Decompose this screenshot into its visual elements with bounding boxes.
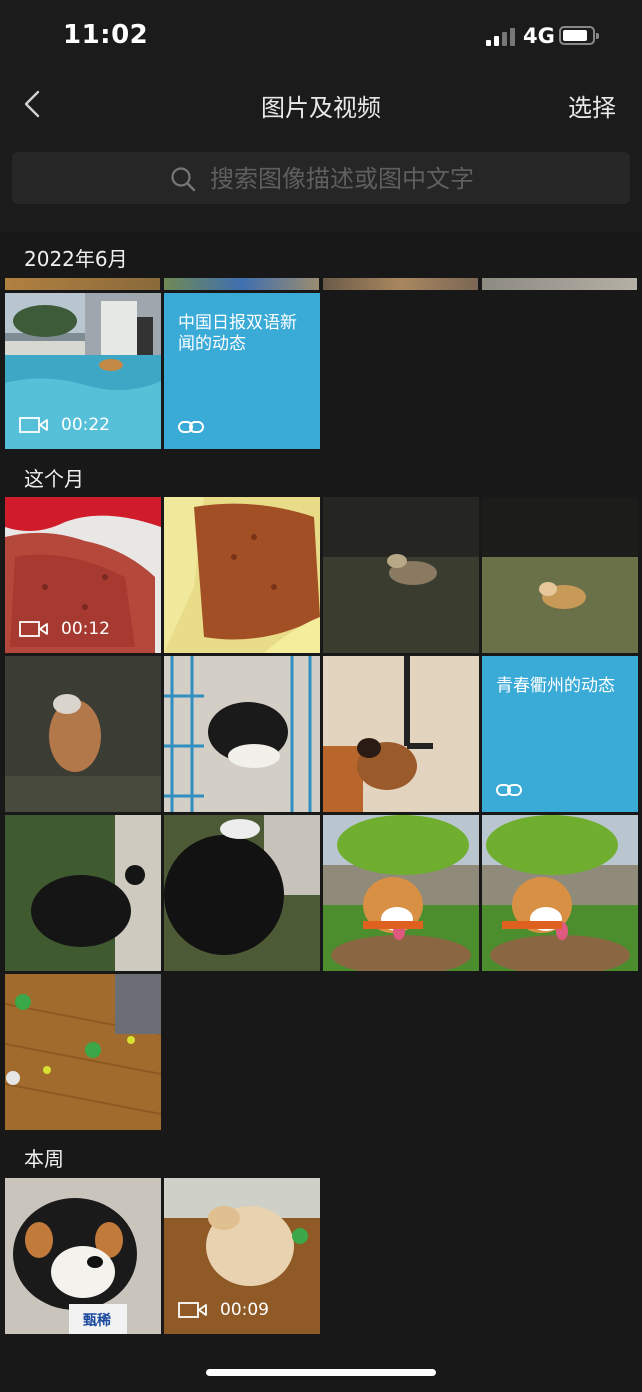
photo-thumbnail[interactable]: [323, 656, 479, 812]
status-time: 11:02: [63, 20, 149, 50]
photo-thumbnail[interactable]: [323, 497, 479, 653]
photo-thumbnail[interactable]: 甄稀: [5, 1178, 161, 1334]
dog-grass-night-photo: [482, 497, 638, 653]
dog-cage-photo: [164, 656, 320, 812]
video-camera-icon: [178, 1302, 207, 1318]
section-title-june: 2022年6月: [24, 247, 128, 271]
link-icon: [496, 784, 522, 796]
corgi-leaf-hat-photo: [323, 815, 479, 971]
photo-thumbnail[interactable]: [164, 497, 320, 653]
status-bar: 11:02 4G: [0, 0, 642, 74]
search-input[interactable]: [208, 162, 612, 196]
video-overlay: 00:09: [178, 1300, 269, 1320]
dog-floor-photo: [323, 656, 479, 812]
section-title-this-week: 本周: [24, 1147, 64, 1171]
video-camera-icon: [19, 621, 48, 637]
partial-thumbnail[interactable]: [5, 278, 160, 290]
media-grid: 2022年6月 00:22 中国日报双语新闻的动态 这个月 00:12 青春衢州…: [0, 232, 642, 1392]
battery-icon: [559, 26, 599, 45]
video-thumbnail[interactable]: 00:22: [5, 293, 161, 449]
dog-night-photo: [323, 497, 479, 653]
corgi-leaf-hat-photo: [482, 815, 638, 971]
photo-thumbnail[interactable]: [164, 815, 320, 971]
video-camera-icon: [19, 417, 48, 433]
search-icon: [171, 167, 196, 192]
link-card-title: 青春衢州的动态: [496, 676, 615, 696]
photo-thumbnail[interactable]: [323, 815, 479, 971]
search-bar[interactable]: [12, 152, 630, 204]
link-card-title: 中国日报双语新闻的动态: [178, 313, 297, 354]
photo-thumbnail[interactable]: [5, 815, 161, 971]
link-card[interactable]: 中国日报双语新闻的动态: [164, 293, 320, 449]
photo-thumbnail[interactable]: [164, 656, 320, 812]
page-title: 图片及视频: [261, 94, 381, 122]
cellular-signal-icon: [486, 28, 516, 46]
black-dog-closeup-photo: [164, 815, 320, 971]
link-icon: [178, 421, 204, 433]
peanuts-yellow-bag-photo: [164, 497, 320, 653]
home-indicator[interactable]: [206, 1369, 436, 1376]
photo-thumbnail[interactable]: [482, 815, 638, 971]
partial-thumbnail[interactable]: [323, 278, 478, 290]
photo-thumbnail[interactable]: [5, 656, 161, 812]
link-card[interactable]: 青春衢州的动态: [482, 656, 638, 812]
video-duration: 00:09: [220, 1300, 269, 1320]
section-title-this-month: 这个月: [24, 467, 84, 491]
video-duration: 00:22: [61, 415, 110, 435]
partial-thumbnail[interactable]: [482, 278, 637, 290]
photo-thumbnail[interactable]: [482, 497, 638, 653]
network-type: 4G: [523, 24, 555, 48]
toys-floor-photo: [5, 974, 161, 1130]
nav-bar: 图片及视频 选择: [0, 74, 642, 144]
video-duration: 00:12: [61, 619, 110, 639]
video-thumbnail[interactable]: 00:09: [164, 1178, 320, 1334]
partial-thumbnail[interactable]: [164, 278, 319, 290]
select-button[interactable]: 选择: [568, 88, 616, 123]
video-overlay: 00:22: [19, 415, 110, 435]
video-thumbnail[interactable]: 00:12: [5, 497, 161, 653]
photo-thumbnail[interactable]: [5, 974, 161, 1130]
video-overlay: 00:12: [19, 619, 110, 639]
yogurt-brand-text: 甄稀: [83, 1313, 111, 1329]
dog-lawn-photo: [5, 656, 161, 812]
black-dog-grass-photo: [5, 815, 161, 971]
